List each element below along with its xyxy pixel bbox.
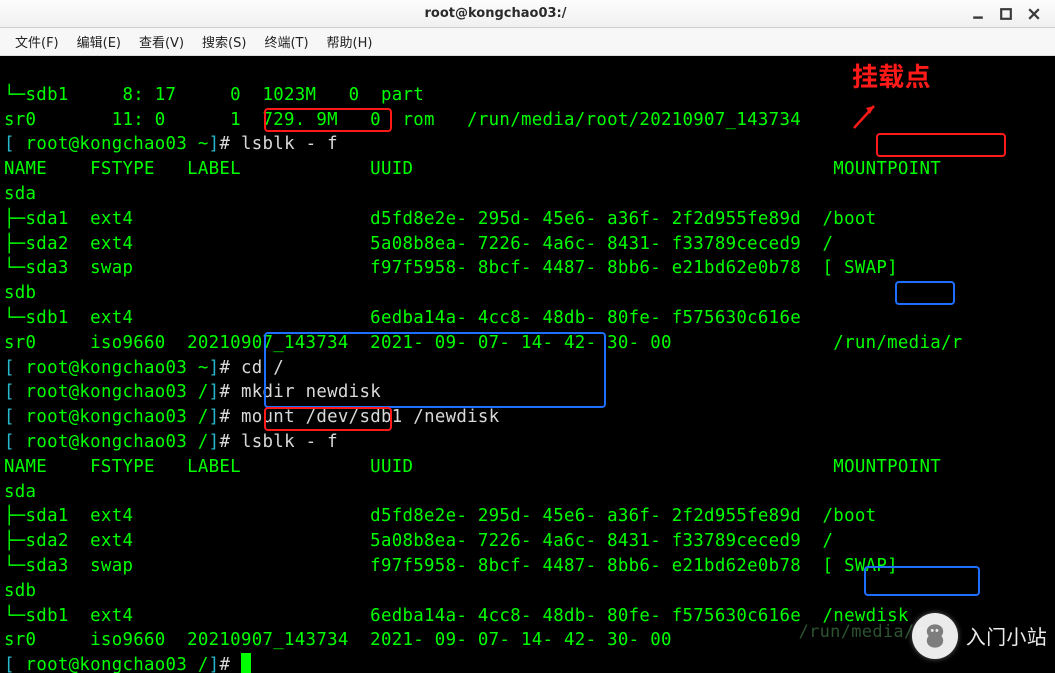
output-line: ├─sda1 ext4 d5fd8e2e- 295d- 45e6- a36f- …	[4, 506, 876, 526]
annot-arrow-icon	[844, 102, 878, 138]
prompt-line: [ root@kongchao03 ~]# cd /	[4, 358, 284, 378]
output-line: ├─sda1 ext4 d5fd8e2e- 295d- 45e6- a36f- …	[4, 209, 876, 229]
prompt-line: [ root@kongchao03 /]# mount /dev/sdb1 /n…	[4, 407, 499, 427]
menu-terminal[interactable]: 终端(T)	[255, 29, 317, 54]
output-line: └─sdb1 ext4 6edba14a- 4cc8- 48db- 80fe- …	[4, 308, 801, 328]
prompt-line: [ root@kongchao03 ~]# lsblk - f	[4, 134, 338, 154]
window-titlebar: root@kongchao03:/	[0, 0, 1055, 28]
command-cd: cd /	[241, 358, 284, 378]
menu-help[interactable]: 帮助(H)	[318, 29, 382, 54]
output-line: └─sdb1 ext4 6edba14a- 4cc8- 48db- 80fe- …	[4, 606, 909, 626]
terminal[interactable]: └─sdb1 8: 17 0 1023M 0 part sr0 11: 0 1 …	[0, 56, 1055, 673]
command-lsblk: lsblk - f	[241, 134, 338, 154]
close-button[interactable]	[1027, 7, 1041, 21]
output-line: sda	[4, 482, 36, 502]
output-line: sdb	[4, 283, 36, 303]
lsblk-header: NAME FSTYPE LABEL UUID MOUNTPOINT	[4, 159, 941, 179]
menu-edit[interactable]: 编辑(E)	[68, 29, 130, 54]
menubar: 文件(F) 编辑(E) 查看(V) 搜索(S) 终端(T) 帮助(H)	[0, 28, 1055, 56]
prompt-line: [ root@kongchao03 /]# lsblk - f	[4, 432, 338, 452]
maximize-button[interactable]	[999, 7, 1013, 21]
output-line: └─sdb1 8: 17 0 1023M 0 part	[4, 85, 424, 105]
watermark-text: 入门小站	[966, 624, 1047, 649]
output-line: └─sda3 swap f97f5958- 8bcf- 4487- 8bb6- …	[4, 556, 898, 576]
output-line: ├─sda2 ext4 5a08b8ea- 7226- 4a6c- 8431- …	[4, 234, 833, 254]
watermark: 入门小站	[912, 613, 1047, 659]
output-line: sr0 iso9660 20210907_143734 2021- 09- 07…	[4, 630, 672, 650]
menu-file[interactable]: 文件(F)	[6, 29, 68, 54]
command-mkdir: mkdir newdisk	[241, 382, 381, 402]
annot-box-mountpoint	[876, 133, 1006, 157]
window-title: root@kongchao03:/	[20, 6, 971, 21]
output-line: ├─sda2 ext4 5a08b8ea- 7226- 4a6c- 8431- …	[4, 531, 833, 551]
output-line: sdb	[4, 581, 36, 601]
output-line: sda	[4, 184, 36, 204]
output-line: sr0 11: 0 1 729. 9M 0 rom /run/media/roo…	[4, 110, 801, 130]
command-lsblk2: lsblk - f	[241, 432, 338, 452]
command-mount: mount /dev/sdb1 /newdisk	[241, 407, 499, 427]
prompt-line: [ root@kongchao03 /]#	[4, 655, 251, 673]
menu-view[interactable]: 查看(V)	[130, 29, 193, 54]
menu-search[interactable]: 搜索(S)	[193, 29, 255, 54]
annot-box-empty-mount	[895, 281, 955, 305]
minimize-button[interactable]	[971, 7, 985, 21]
output-line: sr0 iso9660 20210907_143734 2021- 09- 07…	[4, 333, 963, 353]
window-controls	[971, 7, 1055, 21]
prompt-line: [ root@kongchao03 /]# mkdir newdisk	[4, 382, 381, 402]
lsblk-header2: NAME FSTYPE LABEL UUID MOUNTPOINT	[4, 457, 941, 477]
cursor	[241, 653, 251, 673]
output-line: └─sda3 swap f97f5958- 8bcf- 4487- 8bb6- …	[4, 258, 898, 278]
annot-label-mountpoint: 挂载点	[852, 64, 931, 89]
watermark-icon	[912, 613, 958, 659]
